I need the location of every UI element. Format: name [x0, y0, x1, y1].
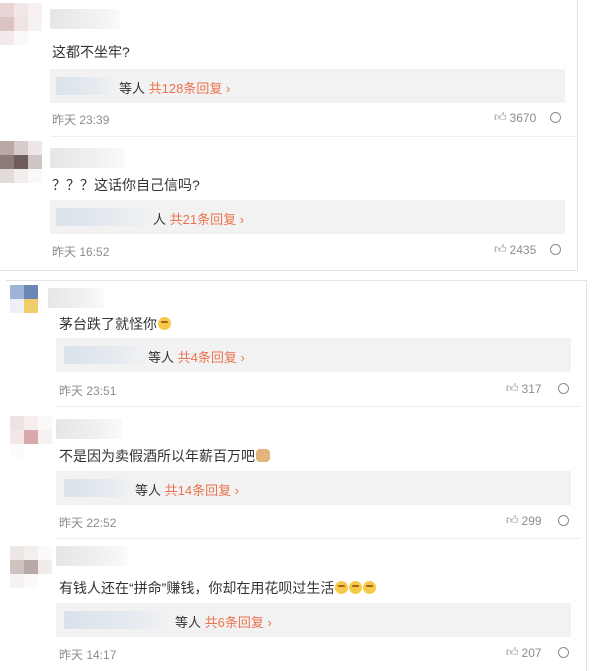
smile-emoji [349, 581, 363, 594]
reply-suffix: 等人 [175, 615, 202, 630]
reply-summary[interactable]: 人 共21条回复 › [50, 200, 565, 234]
reply-summary[interactable]: 等人 共4条回复 › [56, 338, 571, 372]
view-replies-label: 共21条回复 [169, 212, 237, 227]
comment-text-content: 茅台跌了就怪你 [59, 316, 157, 332]
like-button[interactable]: 👍︎ 207 [506, 645, 542, 660]
smile-emoji [363, 581, 377, 594]
reply-suffix: 等人 [148, 350, 175, 365]
reply-users-blurred [64, 346, 148, 364]
panel-right-border [586, 280, 587, 671]
smile-emoji [158, 317, 171, 330]
reply-summary[interactable]: 等人 共128条回复 › [50, 69, 565, 103]
divider [50, 136, 577, 137]
like-button[interactable]: 👍︎ 299 [506, 513, 542, 528]
username-blurred[interactable] [48, 288, 104, 308]
like-count: 207 [521, 645, 542, 660]
comment-time: 昨天 23:39 [52, 113, 110, 127]
reply-summary[interactable]: 等人 共6条回复 › [56, 603, 571, 637]
comment-time: 昨天 16:52 [52, 245, 110, 259]
reply-users-blurred [56, 77, 118, 95]
like-button[interactable]: 👍︎ 3670 [494, 110, 536, 125]
thumbs-up-icon: 👍︎ [506, 513, 519, 527]
view-replies-link[interactable]: 共21条回复 › [170, 212, 244, 227]
reply-users-blurred [56, 208, 152, 226]
comment-time: 昨天 14:17 [59, 648, 117, 662]
view-replies-label: 共128条回复 [148, 81, 223, 96]
comment-panel-top: 这都不坐牢? 等人 共128条回复 › 昨天 23:39 👍︎ 3670 ？？？这… [0, 0, 578, 272]
like-count: 317 [521, 381, 542, 396]
smile-emoji [335, 581, 349, 594]
comment-text: 这都不坐牢? [52, 44, 130, 60]
reply-suffix: 等人 [135, 483, 162, 498]
comment-panel-bottom: 茅台跌了就怪你 等人 共4条回复 › 昨天 23:51 👍︎ 317 不是因为卖假… [6, 280, 587, 671]
reply-icon[interactable] [558, 647, 569, 658]
reply-icon[interactable] [550, 244, 561, 255]
avatar[interactable] [10, 416, 52, 458]
username-blurred[interactable] [56, 546, 128, 566]
panel-top-border [6, 280, 587, 281]
view-replies-link[interactable]: 共14条回复 › [165, 483, 239, 498]
thumbs-up-icon: 👍︎ [494, 110, 507, 124]
avatar[interactable] [0, 3, 42, 45]
username-blurred[interactable] [50, 148, 124, 168]
panel-right-border [577, 0, 578, 271]
dog-emoji [256, 449, 270, 462]
username-blurred[interactable] [50, 9, 120, 29]
like-count: 299 [521, 513, 542, 528]
reply-icon[interactable] [550, 112, 561, 123]
thumbs-up-icon: 👍︎ [506, 645, 519, 659]
like-count: 2435 [509, 242, 537, 257]
like-button[interactable]: 👍︎ 2435 [494, 242, 536, 257]
comment-text: 不是因为卖假酒所以年薪百万吧 [59, 446, 270, 466]
reply-suffix: 等人 [119, 81, 146, 96]
comment-text: ？？？这话你自己信吗? [52, 177, 200, 193]
thumbs-up-icon: 👍︎ [506, 381, 519, 395]
avatar[interactable] [0, 141, 42, 183]
view-replies-label: 共14条回复 [164, 483, 232, 498]
thumbs-up-icon: 👍︎ [494, 242, 507, 256]
reply-summary[interactable]: 等人 共14条回复 › [56, 471, 571, 505]
reply-users-blurred [64, 611, 174, 629]
like-button[interactable]: 👍︎ 317 [506, 381, 542, 396]
reply-icon[interactable] [558, 383, 569, 394]
comment-text: 有钱人还在“拼命”赚钱，你却在用花呗过生活 [59, 578, 377, 598]
reply-suffix: 人 [153, 212, 167, 227]
comment-text: 茅台跌了就怪你 [59, 314, 171, 334]
reply-icon[interactable] [558, 515, 569, 526]
like-count: 3670 [509, 110, 537, 125]
divider [56, 406, 581, 407]
panel-bottom-border [0, 270, 578, 271]
divider [56, 538, 581, 539]
username-blurred[interactable] [56, 419, 122, 439]
comment-text-content: 不是因为卖假酒所以年薪百万吧 [59, 448, 255, 464]
comment-time: 昨天 23:51 [59, 384, 117, 398]
view-replies-link[interactable]: 共128条回复 › [149, 81, 231, 96]
comment-text-content: 有钱人还在“拼命”赚钱，你却在用花呗过生活 [59, 580, 335, 596]
comment-time: 昨天 22:52 [59, 516, 117, 530]
view-replies-label: 共6条回复 [204, 615, 264, 630]
avatar[interactable] [10, 546, 52, 588]
avatar[interactable] [10, 285, 52, 327]
view-replies-link[interactable]: 共6条回复 › [205, 615, 272, 630]
view-replies-link[interactable]: 共4条回复 › [178, 350, 245, 365]
reply-users-blurred [64, 479, 134, 497]
view-replies-label: 共4条回复 [177, 350, 237, 365]
